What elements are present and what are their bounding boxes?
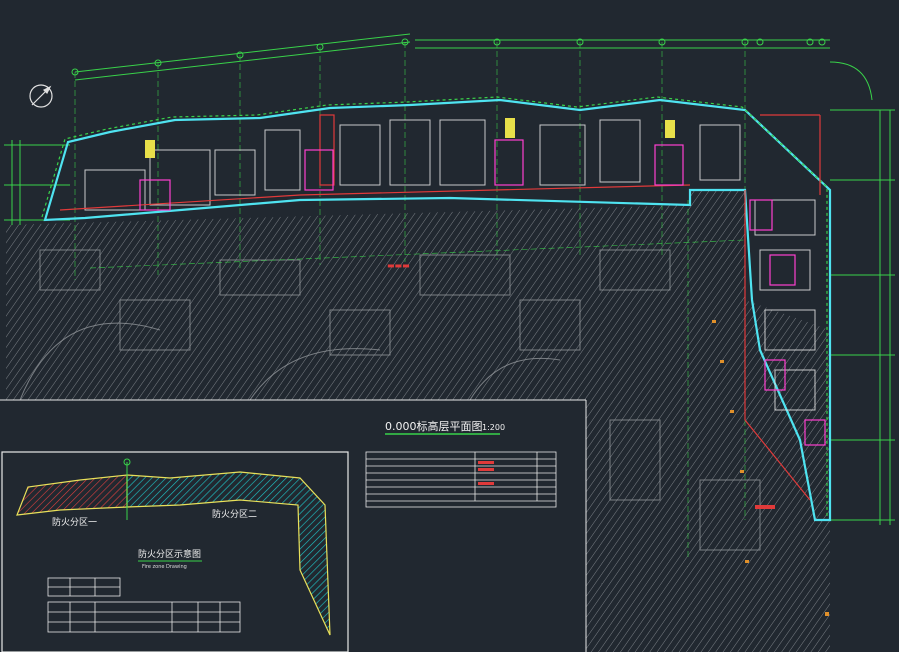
fire-zone-one-label: 防火分区一 — [52, 516, 97, 528]
plan-scale: 1:200 — [482, 423, 505, 432]
cad-drawing-canvas[interactable]: ▬▬▬ 防火分区一 防火分区二 防火分区示意图 Fire zone Drawin… — [0, 0, 899, 652]
plan-title: 0.000标高层平面图 — [385, 419, 483, 433]
inset-subtitle: Fire zone Drawing — [142, 564, 187, 570]
fire-zone-two-label: 防火分区二 — [212, 508, 257, 520]
inset-title: 防火分区示意图 — [138, 548, 201, 560]
red-annotation-tag: ▬▬▬ — [387, 261, 410, 270]
